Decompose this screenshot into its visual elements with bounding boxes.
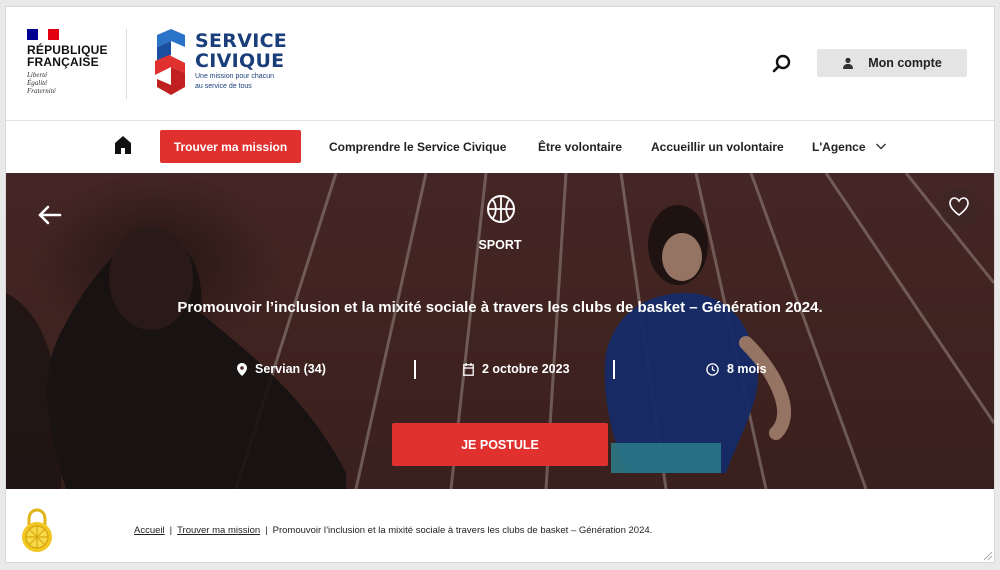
rf-motto: Liberté Égalité Fraternité <box>27 71 117 95</box>
resize-grip-icon[interactable] <box>981 549 993 561</box>
mission-hero: SPORT Promouvoir l’inclusion et la mixit… <box>6 173 994 489</box>
mission-start-date: 2 octobre 2023 <box>463 362 570 376</box>
nav-link-agence[interactable]: L'Agence <box>812 140 866 154</box>
breadcrumb-separator: | <box>265 525 268 536</box>
basketball-icon <box>487 195 515 223</box>
logo-tagline-2: au service de tous <box>195 83 252 90</box>
rf-motto-fraternite: Fraternité <box>27 87 56 95</box>
site-header: RÉPUBLIQUE FRANÇAISE Liberté Égalité Fra… <box>6 7 994 120</box>
map-pin-icon <box>237 362 247 376</box>
rf-motto-liberte: Liberté <box>27 71 48 79</box>
main-nav: Trouver ma mission Comprendre le Service… <box>6 120 994 173</box>
breadcrumb-link-accueil[interactable]: Accueil <box>134 525 165 536</box>
logo-tagline-1: Une mission pour chacun <box>195 73 274 80</box>
mission-title: Promouvoir l’inclusion et la mixité soci… <box>177 299 823 316</box>
mission-duration: 8 mois <box>706 362 767 376</box>
rf-motto-egalite: Égalité <box>27 79 48 87</box>
nav-link-comprendre[interactable]: Comprendre le Service Civique <box>329 140 506 154</box>
nav-link-accueillir[interactable]: Accueillir un volontaire <box>651 140 784 154</box>
meta-divider-1 <box>414 360 416 379</box>
logo-line2: CIVIQUE <box>195 50 285 72</box>
nav-link-etre-volontaire[interactable]: Être volontaire <box>538 140 622 154</box>
mission-date-text: 2 octobre 2023 <box>482 362 570 376</box>
clock-icon <box>706 362 719 376</box>
mission-duration-text: 8 mois <box>727 362 767 376</box>
nav-find-mission-button[interactable]: Trouver ma mission <box>160 130 301 163</box>
home-icon[interactable] <box>114 135 132 155</box>
account-button[interactable]: Mon compte <box>817 49 967 77</box>
mission-location-text: Servian (34) <box>255 362 326 376</box>
calendar-icon <box>463 362 474 376</box>
service-civique-wordmark[interactable]: SERVICE CIVIQUE Une mission pour chacun … <box>195 31 287 91</box>
flag-icon <box>27 29 60 40</box>
lock-badge-icon[interactable] <box>20 507 54 555</box>
rf-title-line2: FRANÇAISE <box>27 55 99 69</box>
heart-icon <box>949 197 969 217</box>
mission-location: Servian (34) <box>237 362 326 376</box>
favorite-button[interactable] <box>939 187 979 227</box>
breadcrumb-link-trouver-mission[interactable]: Trouver ma mission <box>177 525 260 536</box>
breadcrumb-current: Promouvoir l’inclusion et la mixité soci… <box>272 525 653 536</box>
account-label: Mon compte <box>868 56 942 70</box>
breadcrumb: Accueil | Trouver ma mission | Promouvoir l’… <box>134 525 652 536</box>
user-icon <box>843 57 854 69</box>
mission-category: SPORT <box>478 238 522 252</box>
search-icon[interactable] <box>771 53 793 75</box>
back-arrow-icon[interactable] <box>28 193 72 237</box>
logo-line1: SERVICE <box>195 30 288 52</box>
meta-divider-2 <box>613 360 615 379</box>
header-divider <box>126 29 127 99</box>
republique-francaise-logo[interactable]: RÉPUBLIQUE FRANÇAISE Liberté Égalité Fra… <box>27 29 117 95</box>
chevron-down-icon[interactable] <box>875 140 887 152</box>
browser-viewport: RÉPUBLIQUE FRANÇAISE Liberté Égalité Fra… <box>5 6 995 563</box>
apply-button[interactable]: JE POSTULE <box>392 423 608 466</box>
service-civique-logo-icon[interactable] <box>149 29 191 97</box>
breadcrumb-separator: | <box>169 525 173 536</box>
